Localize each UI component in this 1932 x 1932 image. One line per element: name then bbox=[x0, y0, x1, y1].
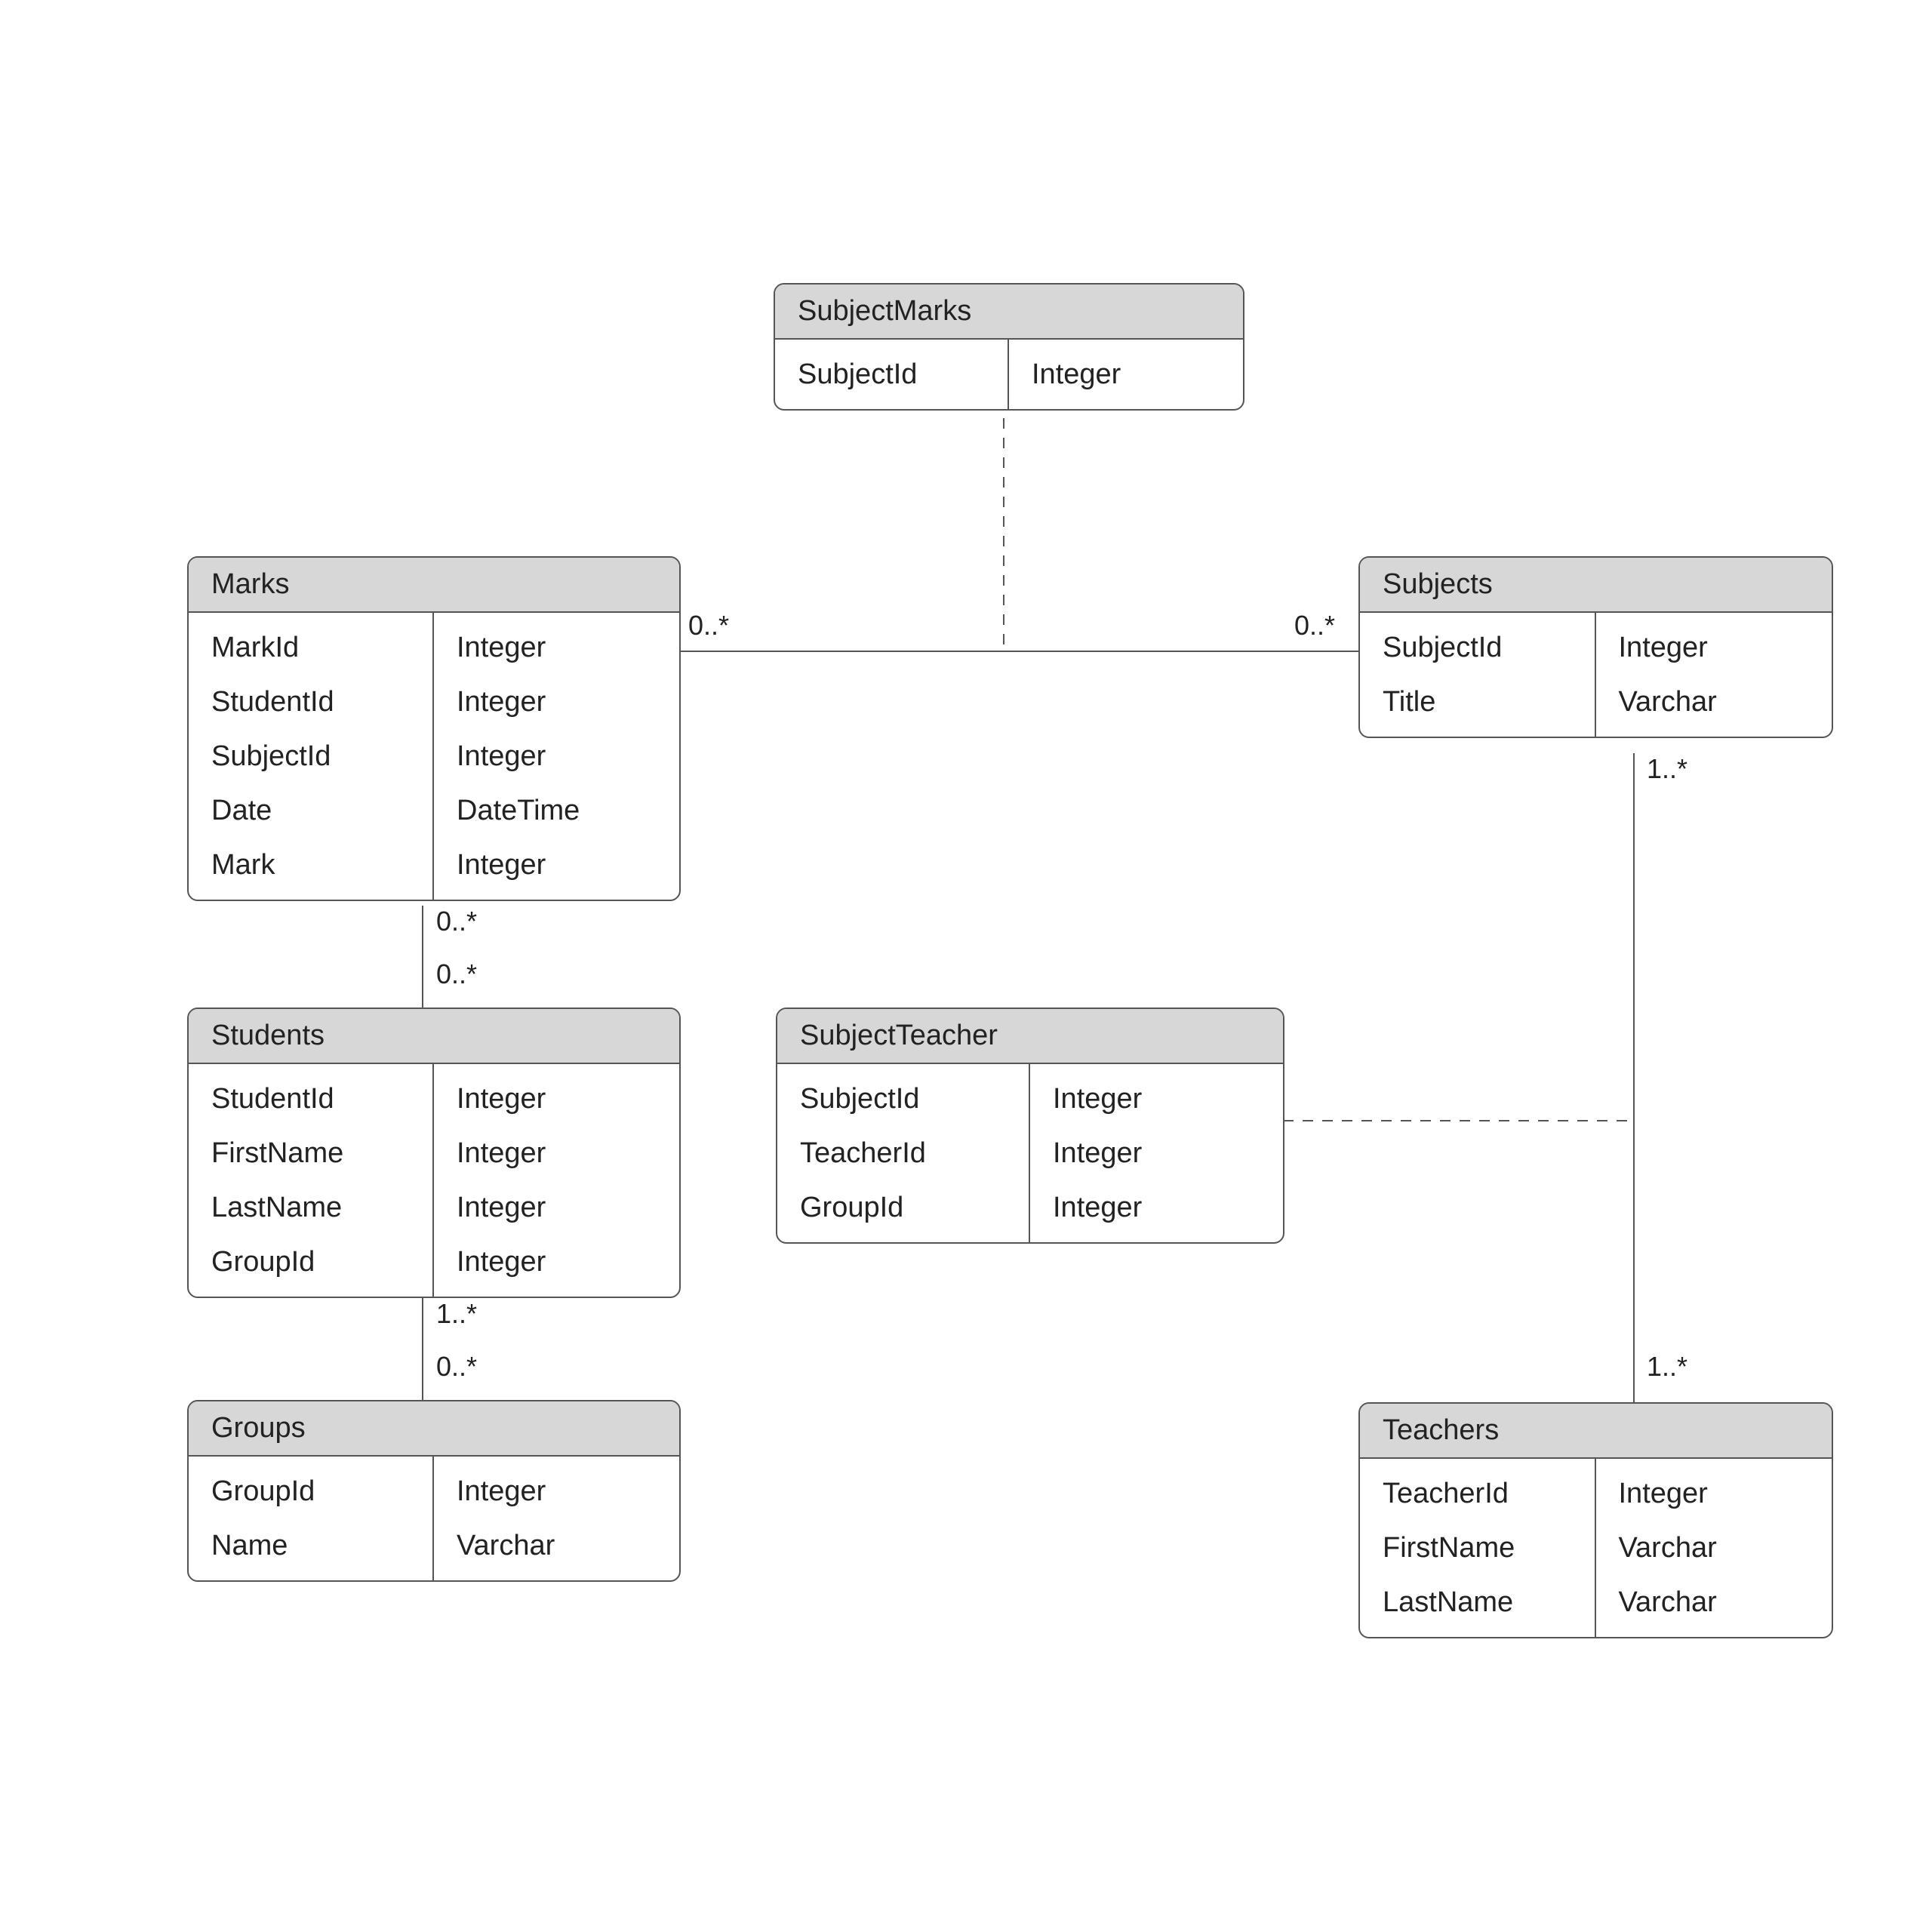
multiplicity-label: 0..* bbox=[1294, 610, 1335, 641]
field-names: TeacherId FirstName LastName bbox=[1360, 1459, 1596, 1637]
entity-title: Marks bbox=[189, 558, 679, 613]
multiplicity-label: 1..* bbox=[1647, 1351, 1687, 1383]
entity-students: Students StudentId FirstName LastName Gr… bbox=[187, 1008, 681, 1298]
entity-title: Teachers bbox=[1360, 1404, 1832, 1459]
entity-marks: Marks MarkId StudentId SubjectId Date Ma… bbox=[187, 556, 681, 901]
multiplicity-label: 0..* bbox=[436, 1351, 477, 1383]
entity-title: SubjectMarks bbox=[775, 285, 1243, 340]
multiplicity-label: 0..* bbox=[688, 610, 729, 641]
entity-subjectmarks: SubjectMarks SubjectId Integer bbox=[774, 283, 1244, 411]
entity-subjects: Subjects SubjectId Title Integer Varchar bbox=[1358, 556, 1833, 738]
field-names: MarkId StudentId SubjectId Date Mark bbox=[189, 613, 434, 900]
multiplicity-label: 0..* bbox=[436, 958, 477, 990]
field-names: GroupId Name bbox=[189, 1457, 434, 1580]
field-names: SubjectId TeacherId GroupId bbox=[777, 1064, 1030, 1242]
field-types: Integer Varchar bbox=[434, 1457, 679, 1580]
field-types: Integer Integer Integer Integer bbox=[434, 1064, 679, 1297]
field-types: Integer bbox=[1009, 340, 1243, 409]
entity-title: Subjects bbox=[1360, 558, 1832, 613]
field-types: Integer Integer Integer bbox=[1030, 1064, 1283, 1242]
entity-title: SubjectTeacher bbox=[777, 1009, 1283, 1064]
field-names: SubjectId Title bbox=[1360, 613, 1596, 737]
entity-subjectteacher: SubjectTeacher SubjectId TeacherId Group… bbox=[776, 1008, 1284, 1244]
multiplicity-label: 1..* bbox=[436, 1298, 477, 1330]
field-types: Integer Varchar bbox=[1596, 613, 1832, 737]
entity-title: Groups bbox=[189, 1401, 679, 1457]
er-diagram: SubjectMarks SubjectId Integer Marks Mar… bbox=[0, 0, 1932, 1932]
field-names: StudentId FirstName LastName GroupId bbox=[189, 1064, 434, 1297]
field-types: Integer Varchar Varchar bbox=[1596, 1459, 1832, 1637]
entity-title: Students bbox=[189, 1009, 679, 1064]
multiplicity-label: 1..* bbox=[1647, 753, 1687, 785]
field-names: SubjectId bbox=[775, 340, 1009, 409]
field-types: Integer Integer Integer DateTime Integer bbox=[434, 613, 679, 900]
multiplicity-label: 0..* bbox=[436, 906, 477, 937]
entity-teachers: Teachers TeacherId FirstName LastName In… bbox=[1358, 1402, 1833, 1638]
entity-groups: Groups GroupId Name Integer Varchar bbox=[187, 1400, 681, 1582]
